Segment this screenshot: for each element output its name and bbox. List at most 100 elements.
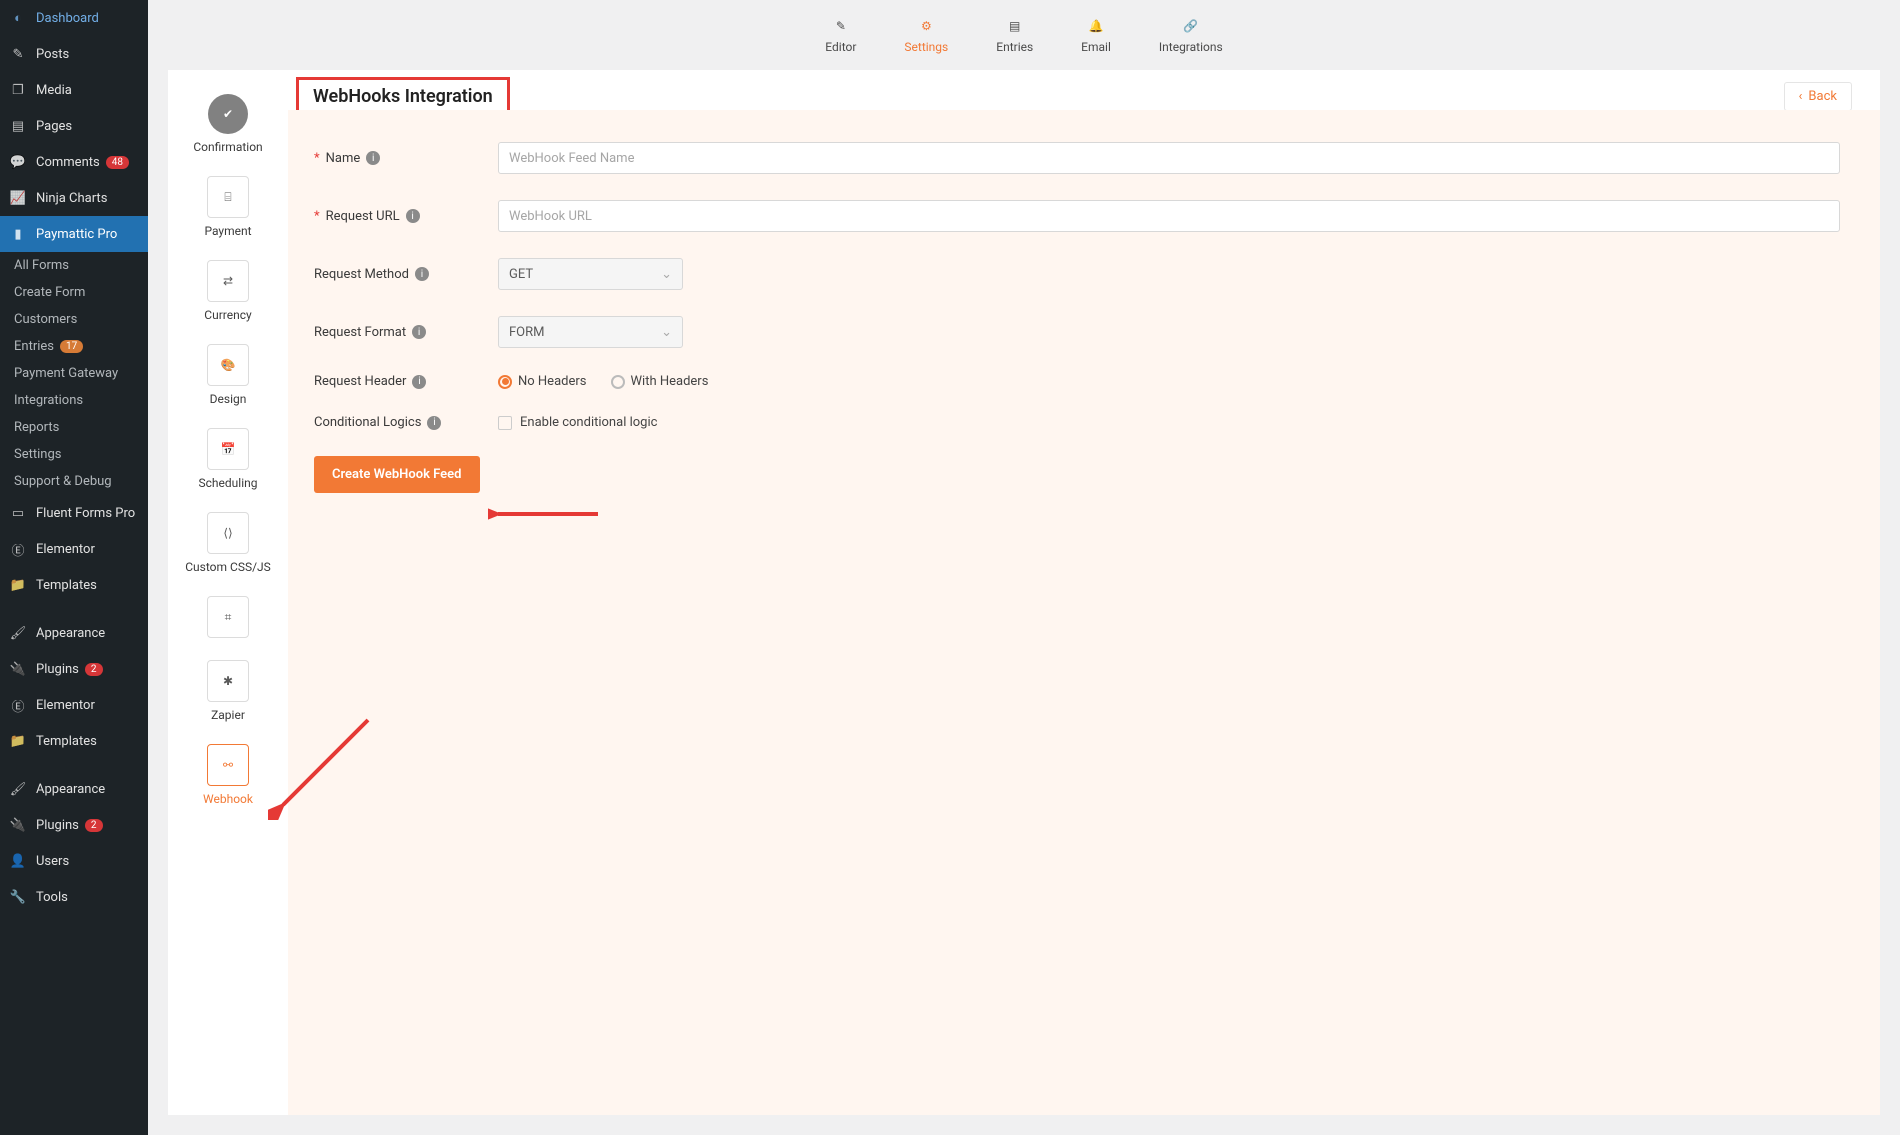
- radio-icon: [498, 375, 512, 389]
- side-tab-scheduling[interactable]: 📅Scheduling: [199, 428, 258, 490]
- email-icon: 🔔: [1086, 16, 1106, 36]
- name-label: *Namei: [308, 151, 498, 166]
- plugins-badge: 2: [85, 663, 103, 676]
- templates-icon: 📁: [8, 731, 28, 751]
- url-label: *Request URLi: [308, 209, 498, 224]
- info-icon[interactable]: i: [412, 375, 426, 389]
- form-top-nav: ✎Editor ⚙Settings ▤Entries 🔔Email 🔗Integ…: [148, 0, 1900, 70]
- name-input[interactable]: [498, 142, 1840, 174]
- sidebar-item-paymattic[interactable]: ▮Paymattic Pro: [0, 216, 148, 252]
- side-tab-zapier[interactable]: ✱Zapier: [207, 660, 249, 722]
- sidebar-sub-support[interactable]: Support & Debug: [0, 468, 148, 495]
- sidebar-item-fluentforms[interactable]: ▭Fluent Forms Pro: [0, 495, 148, 531]
- sidebar-item-templates[interactable]: 📁Templates: [0, 567, 148, 603]
- method-select[interactable]: GET⌄: [498, 258, 683, 290]
- sidebar-item-posts[interactable]: ✎Posts: [0, 36, 148, 72]
- panel-header: WebHooks Integration ‹Back: [288, 70, 1880, 110]
- code-icon: ⟨⟩: [207, 512, 249, 554]
- cond-checkbox[interactable]: Enable conditional logic: [498, 415, 657, 430]
- wp-admin-sidebar: ◐Dashboard ✎Posts ❐Media ▤Pages 💬Comment…: [0, 0, 148, 1135]
- plugins-badge2: 2: [85, 819, 103, 832]
- side-tab-customcss[interactable]: ⟨⟩Custom CSS/JS: [185, 512, 271, 574]
- url-input[interactable]: [498, 200, 1840, 232]
- forms-icon: ▭: [8, 503, 28, 523]
- sidebar-item-pages[interactable]: ▤Pages: [0, 108, 148, 144]
- sidebar-item-templates2[interactable]: 📁Templates: [0, 723, 148, 759]
- sidebar-sub-paymentgateway[interactable]: Payment Gateway: [0, 360, 148, 387]
- tab-settings[interactable]: ⚙Settings: [904, 16, 948, 54]
- settings-icon: ⚙: [916, 16, 936, 36]
- side-tab-slack[interactable]: ⌗: [207, 596, 249, 638]
- check-icon: ✔: [208, 94, 248, 134]
- format-label: Request Formati: [308, 325, 498, 340]
- info-icon[interactable]: i: [427, 416, 441, 430]
- tab-editor[interactable]: ✎Editor: [825, 16, 856, 54]
- info-icon[interactable]: i: [366, 151, 380, 165]
- plugins-icon: 🔌: [8, 659, 28, 679]
- side-tab-design[interactable]: 🎨Design: [207, 344, 249, 406]
- appearance-icon: 🖌: [8, 779, 28, 799]
- annotation-arrow-icon: [488, 494, 608, 534]
- side-tab-confirmation[interactable]: ✔Confirmation: [193, 94, 262, 154]
- payment-icon: ▮: [8, 224, 28, 244]
- side-tab-payment[interactable]: ⌸Payment: [204, 176, 251, 238]
- sidebar-item-users[interactable]: 👤Users: [0, 843, 148, 879]
- sidebar-item-elementor2[interactable]: ⒺElementor: [0, 687, 148, 723]
- settings-side-tabs: ✔Confirmation ⌸Payment ⇄Currency 🎨Design…: [168, 70, 288, 1115]
- chevron-down-icon: ⌄: [661, 325, 672, 340]
- create-webhook-button[interactable]: Create WebHook Feed: [314, 456, 480, 493]
- sidebar-item-media[interactable]: ❐Media: [0, 72, 148, 108]
- webhook-panel: WebHooks Integration ‹Back *Namei *Reque…: [288, 70, 1880, 1115]
- radio-no-headers[interactable]: No Headers: [498, 374, 587, 389]
- info-icon[interactable]: i: [415, 267, 429, 281]
- appearance-icon: 🖌: [8, 623, 28, 643]
- side-tab-webhook[interactable]: ⚯Webhook: [203, 744, 253, 806]
- tab-entries[interactable]: ▤Entries: [996, 16, 1033, 54]
- sidebar-item-appearance[interactable]: 🖌Appearance: [0, 615, 148, 651]
- currency-icon: ⇄: [207, 260, 249, 302]
- side-tab-currency[interactable]: ⇄Currency: [204, 260, 251, 322]
- sidebar-sub-integrations[interactable]: Integrations: [0, 387, 148, 414]
- sidebar-sub-allforms[interactable]: All Forms: [0, 252, 148, 279]
- slack-icon: ⌗: [207, 596, 249, 638]
- header-radio-group: No Headers With Headers: [498, 374, 708, 389]
- info-icon[interactable]: i: [412, 325, 426, 339]
- info-icon[interactable]: i: [406, 209, 420, 223]
- format-select[interactable]: FORM⌄: [498, 316, 683, 348]
- sidebar-item-plugins2[interactable]: 🔌Plugins2: [0, 807, 148, 843]
- chevron-down-icon: ⌄: [661, 267, 672, 282]
- sidebar-item-dashboard[interactable]: ◐Dashboard: [0, 0, 148, 36]
- panel-body: *Namei *Request URLi Request Methodi GET…: [288, 110, 1880, 533]
- sidebar-item-tools[interactable]: 🔧Tools: [0, 879, 148, 915]
- tab-integrations[interactable]: 🔗Integrations: [1159, 16, 1223, 54]
- back-button[interactable]: ‹Back: [1784, 82, 1852, 111]
- elementor-icon: Ⓔ: [8, 539, 28, 559]
- sidebar-sub-settings[interactable]: Settings: [0, 441, 148, 468]
- dashboard-icon: ◐: [8, 8, 28, 28]
- users-icon: 👤: [8, 851, 28, 871]
- sidebar-sub-entries[interactable]: Entries17: [0, 333, 148, 360]
- radio-with-headers[interactable]: With Headers: [611, 374, 709, 389]
- templates-icon: 📁: [8, 575, 28, 595]
- media-icon: ❐: [8, 80, 28, 100]
- sidebar-sub-reports[interactable]: Reports: [0, 414, 148, 441]
- sidebar-item-comments[interactable]: 💬Comments48: [0, 144, 148, 180]
- webhook-icon: ⚯: [207, 744, 249, 786]
- editor-icon: ✎: [831, 16, 851, 36]
- sidebar-item-elementor[interactable]: ⒺElementor: [0, 531, 148, 567]
- calendar-icon: 📅: [207, 428, 249, 470]
- checkbox-icon: [498, 416, 512, 430]
- sidebar-item-ninjacharts[interactable]: 📈Ninja Charts: [0, 180, 148, 216]
- sidebar-sub-customers[interactable]: Customers: [0, 306, 148, 333]
- integrations-icon: 🔗: [1181, 16, 1201, 36]
- pin-icon: ✎: [8, 44, 28, 64]
- sidebar-item-appearance2[interactable]: 🖌Appearance: [0, 771, 148, 807]
- tab-email[interactable]: 🔔Email: [1081, 16, 1111, 54]
- elementor-icon: Ⓔ: [8, 695, 28, 715]
- main-content: ✎Editor ⚙Settings ▤Entries 🔔Email 🔗Integ…: [148, 0, 1900, 1135]
- wallet-icon: ⌸: [207, 176, 249, 218]
- entries-icon: ▤: [1005, 16, 1025, 36]
- sidebar-item-plugins[interactable]: 🔌Plugins2: [0, 651, 148, 687]
- comment-icon: 💬: [8, 152, 28, 172]
- sidebar-sub-createform[interactable]: Create Form: [0, 279, 148, 306]
